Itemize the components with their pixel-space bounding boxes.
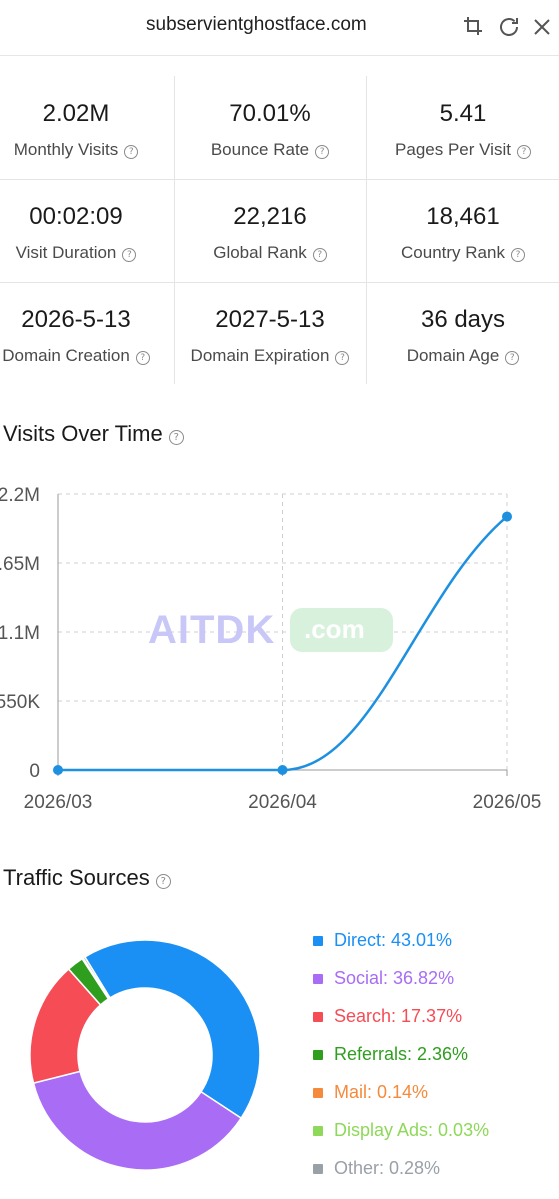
header-bar: subservientghostface.com: [0, 0, 559, 56]
help-icon[interactable]: ?: [155, 874, 171, 889]
visits-section-title: Visits Over Time?: [3, 421, 184, 447]
data-point: [502, 511, 512, 522]
legend-label: Social: 36.82%: [334, 968, 455, 988]
stat-value: 22,216: [233, 203, 307, 230]
legend-swatch: [313, 1012, 323, 1022]
stat-label: Country Rank?: [368, 243, 558, 263]
data-point: [277, 765, 288, 775]
stat-label: Visit Duration?: [0, 243, 171, 263]
donut-slice-direct: [83, 939, 261, 1120]
refresh-icon[interactable]: [497, 15, 521, 39]
legend-label: Mail: 0.14%: [334, 1082, 429, 1102]
stat-value: 2027-5-13: [215, 306, 325, 333]
legend-label: Referrals: 2.36%: [334, 1044, 469, 1064]
y-tick-label: 550K: [0, 692, 40, 713]
help-icon[interactable]: ?: [315, 145, 330, 159]
legend-swatch: [313, 1126, 323, 1136]
data-point: [53, 765, 63, 775]
stats-grid: 2.02M Monthly Visits? 70.01% Bounce Rate…: [0, 76, 559, 384]
close-icon[interactable]: [530, 15, 554, 39]
stat-domain-expiration: 2027-5-13 Domain Expiration?: [175, 282, 365, 385]
stat-label: Domain Creation?: [0, 346, 171, 366]
stat-label: Bounce Rate?: [175, 140, 365, 160]
stat-label: Global Rank?: [175, 243, 365, 263]
legend-label: Direct: 43.01%: [334, 930, 453, 950]
traffic-donut-chart: [29, 939, 261, 1171]
stat-label: Domain Expiration?: [175, 346, 365, 366]
crop-icon[interactable]: [462, 15, 486, 39]
grid-divider: [0, 179, 559, 180]
stat-value: 18,461: [426, 203, 500, 230]
grid-divider: [174, 76, 175, 384]
stat-value: 70.01%: [229, 100, 311, 127]
y-tick-label: 1.65M: [0, 554, 40, 575]
legend-swatch: [313, 1164, 323, 1174]
stat-value: 2.02M: [42, 100, 110, 127]
stat-domain-creation: 2026-5-13 Domain Creation?: [0, 282, 171, 385]
x-tick-label: 2026/05: [473, 792, 542, 813]
y-tick-label: 1.1M: [0, 623, 40, 644]
stat-domain-age: 36 days Domain Age?: [368, 282, 558, 385]
legend-label: Other: 0.28%: [334, 1158, 441, 1178]
stat-label: Domain Age?: [368, 346, 558, 366]
help-icon[interactable]: ?: [135, 351, 150, 365]
legend-swatch: [313, 1050, 323, 1060]
watermark-pill: .com: [290, 608, 393, 652]
y-tick-label: 2.2M: [0, 485, 40, 506]
x-tick-label: 2026/04: [248, 792, 317, 813]
legend-label: Search: 17.37%: [334, 1006, 463, 1026]
help-icon[interactable]: ?: [505, 351, 520, 365]
stat-pages-per-visit: 5.41 Pages Per Visit?: [368, 76, 558, 179]
legend-swatch: [313, 936, 323, 946]
help-icon[interactable]: ?: [168, 430, 184, 445]
x-tick-label: 2026/03: [24, 792, 93, 813]
stat-value: 00:02:09: [29, 203, 123, 230]
help-icon[interactable]: ?: [516, 145, 531, 159]
y-tick-label: 0: [29, 761, 40, 782]
watermark-text: AITDK: [148, 608, 276, 652]
help-icon[interactable]: ?: [312, 248, 327, 262]
stat-value: 36 days: [420, 306, 506, 333]
stat-global-rank: 22,216 Global Rank?: [175, 179, 365, 282]
stat-value: 5.41: [439, 100, 487, 127]
stat-bounce-rate: 70.01% Bounce Rate?: [175, 76, 365, 179]
legend-label: Display Ads: 0.03%: [334, 1120, 490, 1140]
visits-line-chart: 0 550K 1.1M 1.65M 2.2M 2026/03 2026/04 2026/05: [0, 485, 542, 813]
stat-label: Monthly Visits?: [0, 140, 171, 160]
stat-country-rank: 18,461 Country Rank?: [368, 179, 558, 282]
legend-swatch: [313, 1088, 323, 1098]
series-line: [58, 515, 508, 772]
legend-swatch: [313, 974, 323, 984]
help-icon[interactable]: ?: [335, 351, 350, 365]
stat-value: 2026-5-13: [21, 306, 131, 333]
traffic-section-title: Traffic Sources?: [3, 865, 171, 891]
domain-title: subservientghostface.com: [146, 14, 367, 35]
grid-divider: [0, 282, 559, 283]
stat-monthly-visits: 2.02M Monthly Visits?: [0, 76, 171, 179]
help-icon[interactable]: ?: [124, 145, 139, 159]
grid-divider: [366, 76, 367, 384]
help-icon[interactable]: ?: [122, 248, 137, 262]
help-icon[interactable]: ?: [510, 248, 525, 262]
stat-visit-duration: 00:02:09 Visit Duration?: [0, 179, 171, 282]
stat-label: Pages Per Visit?: [368, 140, 558, 160]
